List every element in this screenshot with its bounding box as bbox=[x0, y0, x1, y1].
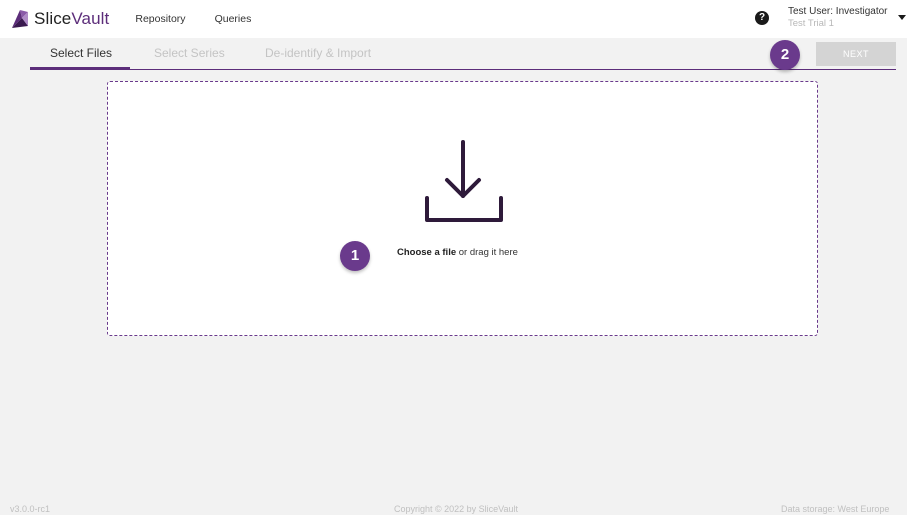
nav-link-queries[interactable]: Queries bbox=[215, 13, 252, 25]
version-label: v3.0.0-rc1 bbox=[10, 504, 51, 514]
top-navbar: SliceVault Repository Queries ? Test Use… bbox=[0, 0, 907, 38]
tab-select-files[interactable]: Select Files bbox=[50, 46, 112, 60]
main-nav: Repository Queries bbox=[135, 13, 280, 25]
download-icon bbox=[425, 140, 503, 222]
tab-deidentify-import: De-identify & Import bbox=[265, 46, 372, 60]
choose-file-link[interactable]: Choose a file bbox=[397, 247, 456, 258]
slicevault-logo-icon bbox=[12, 10, 28, 28]
user-name: Test User: Investigator bbox=[788, 6, 888, 17]
nav-link-repository[interactable]: Repository bbox=[135, 13, 185, 25]
user-menu[interactable]: Test User: Investigator Test Trial 1 bbox=[788, 6, 887, 29]
copyright-text: Copyright © 2022 by SliceVault bbox=[394, 504, 519, 514]
wizard-tabs: Select Files Select Series De-identify &… bbox=[30, 38, 896, 70]
drag-hint: or drag it here bbox=[456, 247, 518, 258]
step-badge-2: 2 bbox=[770, 40, 800, 70]
app-name: SliceVault bbox=[34, 9, 110, 28]
file-dropzone[interactable]: Choose a file or drag it here bbox=[107, 81, 818, 336]
step-badge-1: 1 bbox=[340, 241, 370, 271]
user-trial: Test Trial 1 bbox=[788, 18, 834, 29]
chevron-down-icon[interactable] bbox=[898, 15, 906, 20]
data-storage-label: Data storage: West Europe bbox=[781, 504, 890, 514]
next-button[interactable]: NEXT bbox=[816, 42, 896, 66]
tab-select-series: Select Series bbox=[154, 46, 225, 60]
app-logo[interactable]: SliceVault bbox=[10, 8, 109, 30]
dropzone-instructions: Choose a file or drag it here bbox=[397, 247, 518, 258]
help-icon[interactable]: ? bbox=[755, 11, 769, 25]
active-tab-indicator bbox=[30, 67, 130, 69]
